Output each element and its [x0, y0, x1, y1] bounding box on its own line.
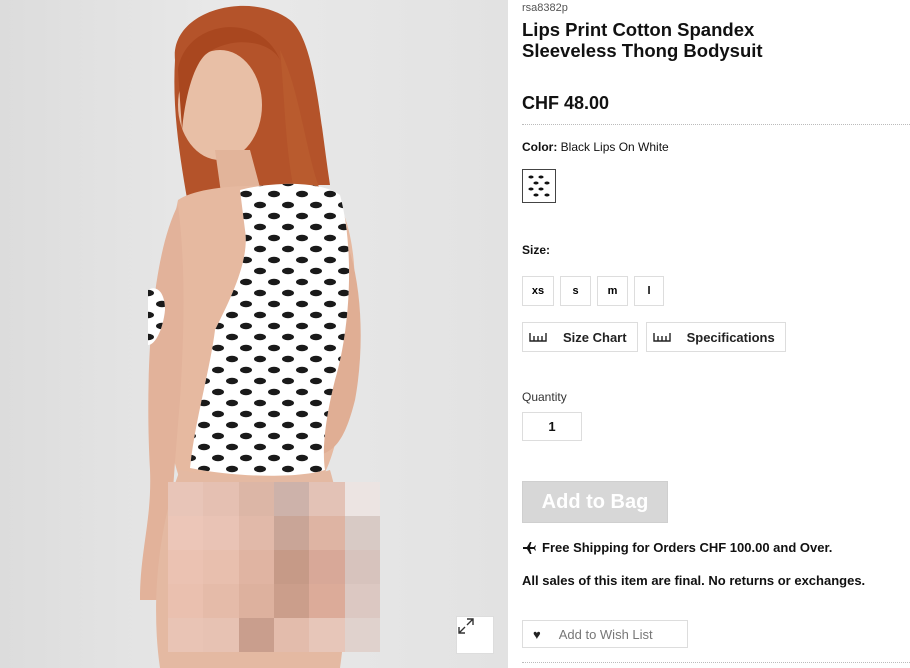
product-title: Lips Print Cotton Spandex Sleeveless Tho… — [522, 19, 763, 61]
shipping-text: Free Shipping for Orders CHF 100.00 and … — [542, 540, 833, 555]
product-image[interactable] — [0, 0, 508, 668]
size-option-s[interactable]: s — [560, 276, 591, 306]
divider — [522, 662, 910, 663]
size-label: Size: — [522, 243, 551, 257]
color-value: Black Lips On White — [560, 140, 669, 154]
size-chart-label: Size Chart — [563, 329, 627, 345]
size-options: xs s m l — [522, 276, 664, 306]
divider — [522, 124, 910, 125]
ruler-icon — [529, 333, 547, 342]
size-option-xs[interactable]: xs — [522, 276, 554, 306]
specifications-label: Specifications — [686, 329, 775, 345]
wish-list-label: Add to Wish List — [558, 626, 653, 642]
add-to-bag-button[interactable]: Add to Bag — [522, 481, 668, 523]
pixelated-censor-block — [168, 482, 380, 652]
info-buttons: Size Chart Specifications — [522, 322, 786, 352]
size-option-l[interactable]: l — [634, 276, 664, 306]
color-label: Color: — [522, 140, 558, 154]
color-selection: Color: Black Lips On White — [522, 140, 669, 154]
add-to-wish-list-button[interactable]: ♥ Add to Wish List — [522, 620, 688, 648]
airplane-icon — [523, 541, 536, 554]
ruler-icon — [652, 333, 671, 342]
expand-image-button[interactable] — [456, 616, 494, 654]
heart-icon: ♥ — [533, 626, 541, 642]
expand-icon — [458, 618, 474, 634]
product-price: CHF 48.00 — [522, 93, 610, 113]
shipping-notice: Free Shipping for Orders CHF 100.00 and … — [522, 540, 832, 555]
size-chart-button[interactable]: Size Chart — [522, 322, 638, 352]
quantity-label: Quantity — [522, 390, 567, 404]
specifications-button[interactable]: Specifications — [645, 322, 786, 352]
product-details-panel: rsa8382p Lips Print Cotton Spandex Sleev… — [522, 0, 910, 668]
lips-pattern-swatch-icon — [525, 172, 553, 200]
size-option-m[interactable]: m — [597, 276, 628, 306]
final-sale-notice: All sales of this item are final. No ret… — [522, 573, 866, 588]
color-swatch-black-lips[interactable] — [522, 169, 556, 203]
quantity-input[interactable] — [522, 412, 582, 441]
product-sku: rsa8382p — [522, 2, 568, 14]
